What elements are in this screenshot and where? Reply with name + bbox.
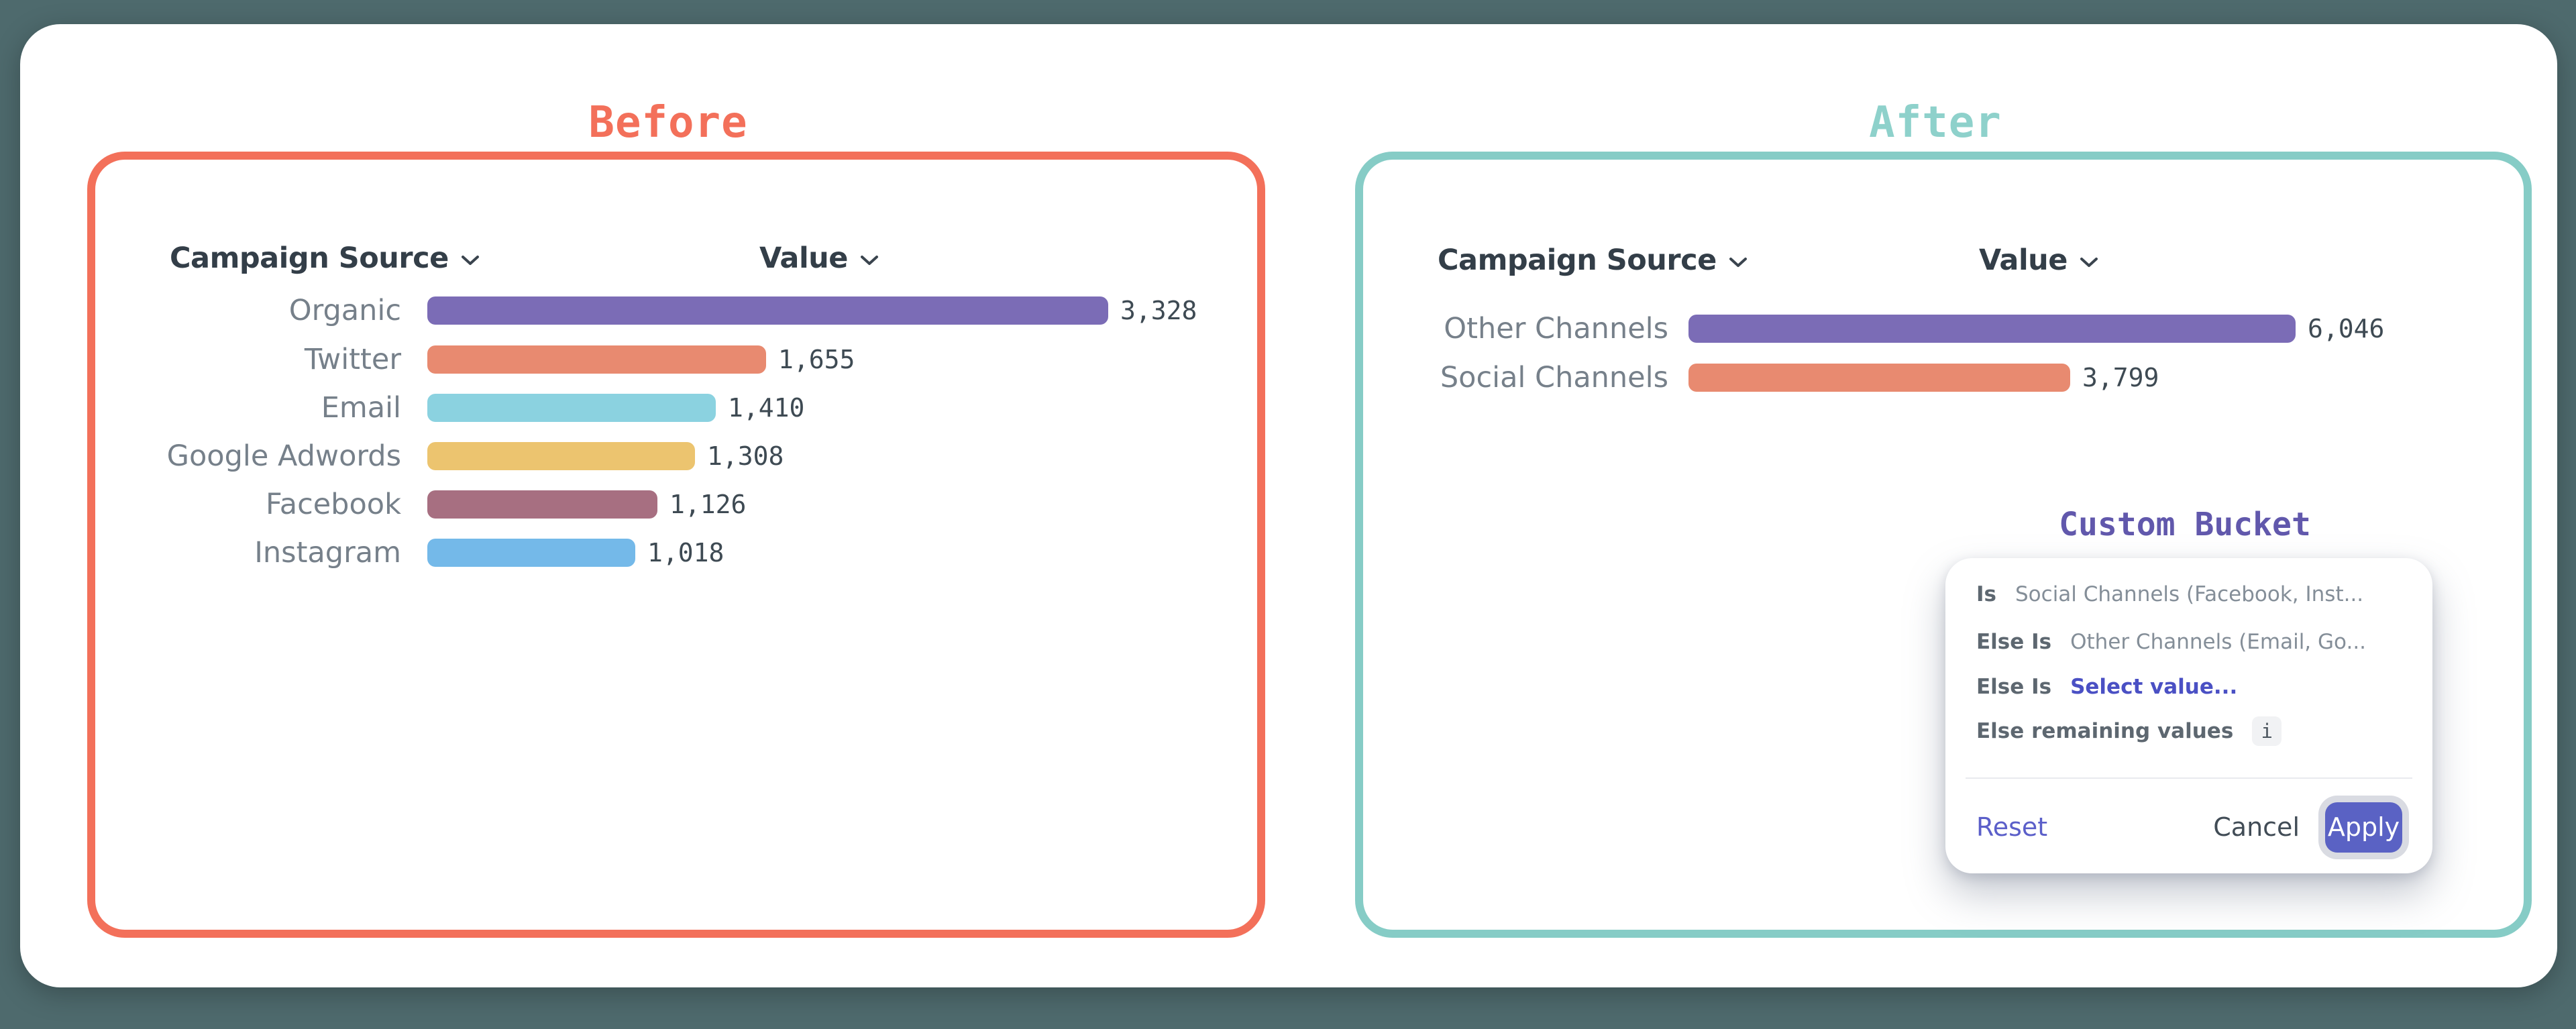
page-canvas: Before After Campaign Source Value Organ… — [0, 0, 2576, 1029]
row-value: 1,308 — [707, 441, 784, 471]
bucket-rule: Else remaining values i — [1976, 715, 2282, 747]
row-value: 3,799 — [2082, 363, 2159, 392]
rule-keyword: Else Is — [1976, 630, 2051, 654]
row-label: Email — [101, 391, 401, 425]
custom-bucket-title: Custom Bucket — [2059, 506, 2311, 543]
bar — [427, 296, 1108, 325]
row-value: 1,410 — [728, 393, 804, 423]
before-panel: Campaign Source Value Organic 3,328 Twit… — [87, 152, 1265, 938]
chevron-down-icon — [860, 255, 879, 266]
chevron-down-icon — [1729, 257, 1748, 268]
rule-keyword: Else Is — [1976, 675, 2051, 699]
bar — [427, 539, 635, 567]
cancel-button[interactable]: Cancel — [2213, 812, 2300, 842]
table-row: Social Channels 3,799 — [1363, 354, 2159, 402]
rule-value[interactable]: Social Channels (Facebook, Inst... — [2015, 582, 2363, 606]
rule-keyword: Else remaining values — [1976, 719, 2233, 743]
row-value: 6,046 — [2308, 314, 2384, 343]
bucket-rule: Else Is Select value... — [1976, 671, 2237, 703]
row-value: 1,126 — [669, 490, 746, 519]
row-label: Instagram — [101, 536, 401, 570]
column-header-value[interactable]: Value — [759, 241, 879, 276]
bar — [1688, 315, 2296, 343]
table-row: Organic 3,328 — [101, 286, 1197, 335]
rule-keyword: Is — [1976, 582, 1996, 606]
bar — [427, 490, 657, 519]
table-row: Other Channels 6,046 — [1363, 305, 2384, 353]
row-label: Organic — [101, 294, 401, 327]
column-header-value[interactable]: Value — [1979, 243, 2098, 278]
row-label: Social Channels — [1363, 361, 1668, 394]
rule-value[interactable]: Other Channels (Email, Go... — [2070, 630, 2366, 654]
custom-bucket-popup: Is Social Channels (Facebook, Inst... El… — [1945, 558, 2432, 873]
table-row: Twitter 1,655 — [101, 335, 855, 384]
table-row: Instagram 1,018 — [101, 529, 724, 577]
row-label: Google Adwords — [101, 439, 401, 473]
bar — [427, 345, 766, 374]
chevron-down-icon — [461, 255, 480, 266]
column-header-label: Value — [1979, 243, 2068, 277]
row-value: 1,018 — [647, 538, 724, 567]
bucket-rule: Is Social Channels (Facebook, Inst... — [1976, 578, 2363, 610]
table-row: Facebook 1,126 — [101, 480, 746, 529]
row-value: 1,655 — [778, 345, 855, 374]
popup-footer: Reset Cancel Apply — [1976, 800, 2402, 854]
row-value: 3,328 — [1120, 296, 1197, 325]
row-label: Twitter — [101, 343, 401, 376]
apply-button[interactable]: Apply — [2325, 802, 2402, 853]
table-row: Google Adwords 1,308 — [101, 432, 784, 480]
table-row: Email 1,410 — [101, 384, 804, 432]
column-header-label: Campaign Source — [170, 241, 449, 275]
bar — [427, 442, 695, 470]
column-header-campaign-source[interactable]: Campaign Source — [170, 241, 480, 276]
column-header-label: Value — [759, 241, 848, 275]
row-label: Other Channels — [1363, 312, 1668, 345]
row-label: Facebook — [101, 488, 401, 521]
column-header-label: Campaign Source — [1438, 243, 1717, 277]
after-title: After — [1869, 98, 2002, 148]
reset-button[interactable]: Reset — [1976, 812, 2047, 842]
before-title: Before — [588, 98, 747, 148]
popup-divider — [1966, 777, 2412, 779]
info-icon[interactable]: i — [2252, 716, 2282, 746]
bar — [427, 394, 716, 422]
chevron-down-icon — [2080, 257, 2098, 268]
column-header-campaign-source[interactable]: Campaign Source — [1438, 243, 1748, 278]
bar — [1688, 364, 2070, 392]
select-value-link[interactable]: Select value... — [2070, 675, 2237, 699]
bucket-rule: Else Is Other Channels (Email, Go... — [1976, 626, 2366, 658]
app-card: Before After Campaign Source Value Organ… — [20, 24, 2557, 987]
